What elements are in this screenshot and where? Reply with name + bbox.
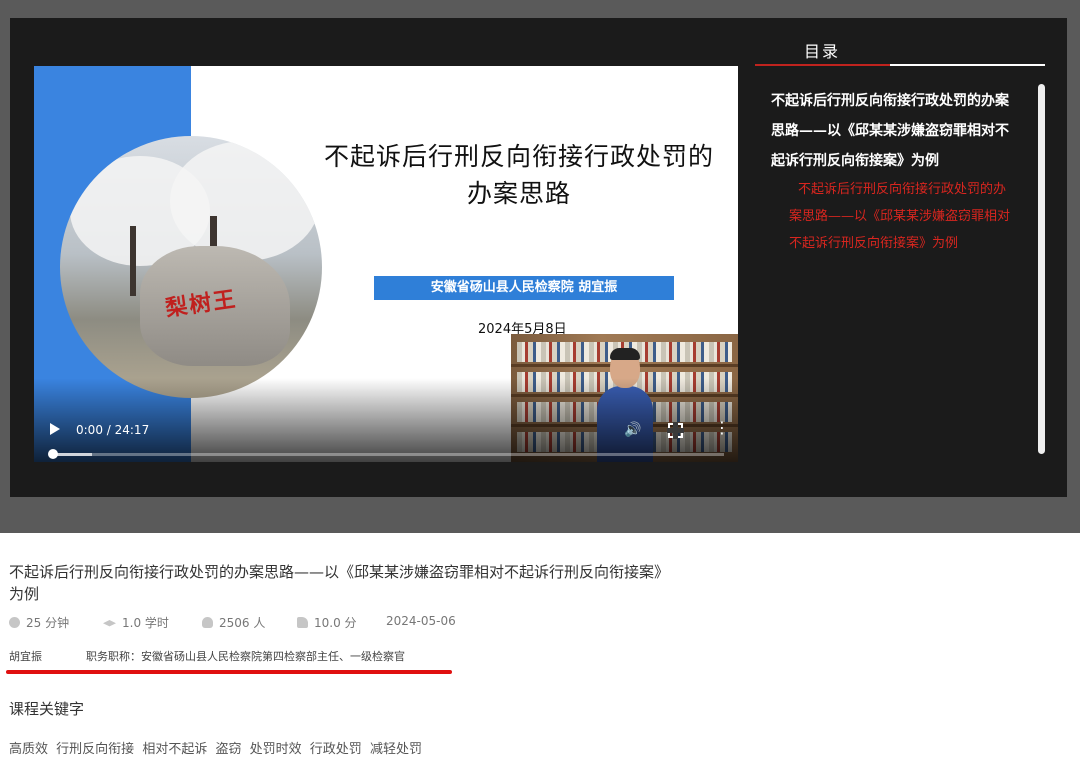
keyword-tag[interactable]: 行政处罚 (310, 742, 362, 757)
toc-tab[interactable]: 目录 (755, 38, 1045, 66)
tree-trunk (130, 226, 136, 296)
meta-rating: 10.0 分 (297, 614, 357, 631)
meta-learners: 2506 人 (202, 614, 265, 631)
video-time: 0:00 / 24:17 (76, 423, 150, 437)
progress-bar[interactable] (52, 453, 724, 456)
thumbs-up-icon (297, 617, 308, 628)
user-icon (202, 617, 213, 628)
more-options-icon[interactable]: ⋮ (714, 420, 730, 436)
toc-scrollbar[interactable] (1038, 84, 1045, 454)
teacher-name[interactable]: 胡宜振 (9, 648, 42, 664)
meta-duration-text: 25 分钟 (26, 616, 70, 630)
meta-learners-text: 2506 人 (219, 616, 266, 630)
meta-date-text: 2024-05-06 (386, 614, 456, 628)
keyword-tag[interactable]: 行刑反向衔接 (56, 742, 134, 757)
course-title: 不起诉后行刑反向衔接行政处罚的办案思路——以《邱某某涉嫌盗窃罪相对不起诉行刑反向… (9, 563, 670, 603)
slide-title-line: 不起诉后行刑反向衔接行政处罚的 (323, 142, 714, 171)
graduation-cap-icon (103, 620, 116, 627)
highlight-underline (6, 670, 452, 674)
video-player[interactable]: 梨树王 不起诉后行刑反向衔接行政处罚的 办案思路 安徽省砀山县人民检察院 胡宜振… (34, 66, 738, 462)
meta-credit-text: 1.0 学时 (122, 616, 169, 630)
keyword-tag[interactable]: 相对不起诉 (142, 742, 207, 757)
meta-date: 2024-05-06 (386, 614, 456, 628)
slide-title-line: 办案思路 (466, 179, 571, 208)
keyword-tag[interactable]: 盗窃 (215, 742, 241, 757)
progress-buffered (52, 453, 92, 456)
progress-thumb[interactable] (48, 449, 58, 459)
keywords-heading: 课程关键字 (9, 700, 85, 718)
keyword-tag[interactable]: 处罚时效 (250, 742, 302, 757)
clock-icon (9, 617, 20, 628)
keyword-tag[interactable]: 减轻处罚 (370, 742, 422, 757)
toc-chapter[interactable]: 不起诉后行刑反向衔接行政处罚的办案思路——以《邱某某涉嫌盗窃罪相对不起诉行刑反向… (771, 86, 1021, 176)
slide-title: 不起诉后行刑反向衔接行政处罚的 办案思路 (314, 138, 724, 212)
toc-item-active[interactable]: 不起诉后行刑反向衔接行政处罚的办案思路——以《邱某某涉嫌盗窃罪相对不起诉行刑反向… (789, 176, 1011, 257)
slide-author-banner: 安徽省砀山县人民检察院 胡宜振 (374, 276, 674, 300)
speaker-hair (610, 348, 640, 360)
meta-duration: 25 分钟 (9, 614, 69, 631)
play-icon[interactable] (48, 422, 62, 438)
toc-active-indicator (755, 64, 890, 66)
video-controls: 0:00 / 24:17 🔊 ⋮ (34, 378, 738, 462)
meta-credit-hours: 1.0 学时 (103, 614, 169, 631)
toc-title: 目录 (804, 42, 841, 61)
meta-rating-text: 10.0 分 (314, 616, 357, 630)
keyword-list: 高质效 行刑反向衔接 相对不起诉 盗窃 处罚时效 行政处罚 减轻处罚 (9, 738, 426, 757)
tree-blossom (170, 141, 320, 261)
volume-icon[interactable]: 🔊 (624, 422, 641, 438)
teacher-title: 职务职称：安徽省砀山县人民检察院第四检察部主任、一级检察官 (86, 650, 405, 663)
fullscreen-icon[interactable] (667, 422, 684, 439)
slide-photo: 梨树王 (60, 136, 322, 398)
keyword-tag[interactable]: 高质效 (9, 742, 48, 757)
